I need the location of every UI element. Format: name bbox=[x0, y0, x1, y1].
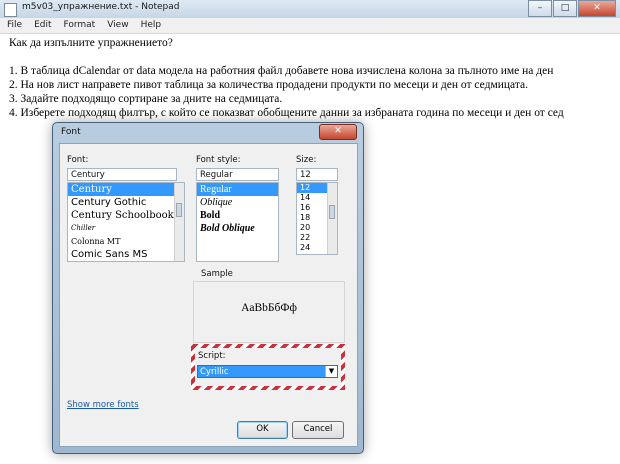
close-button[interactable]: ✕ bbox=[578, 0, 616, 17]
title-bar: m5v03_упражнение.txt - Notepad – □ ✕ bbox=[0, 0, 620, 19]
maximize-button[interactable]: □ bbox=[553, 0, 577, 17]
script-highlight-frame: Script: Cyrillic ▼ bbox=[191, 344, 345, 390]
font-name-field[interactable]: Century bbox=[67, 168, 177, 181]
editor-line: 3. Задайте подходящо сортиране за дните … bbox=[9, 93, 283, 105]
sample-label: Sample bbox=[201, 269, 233, 279]
dialog-body: Font: Century Century Century Gothic Cen… bbox=[59, 143, 358, 447]
show-more-fonts-link[interactable]: Show more fonts bbox=[67, 400, 139, 410]
font-list-scrollbar[interactable] bbox=[174, 183, 184, 261]
font-list-item[interactable]: Century Schoolbook bbox=[68, 209, 184, 222]
menu-view[interactable]: View bbox=[100, 18, 133, 33]
style-list-item[interactable]: Regular bbox=[197, 183, 278, 196]
dialog-title: Font bbox=[61, 127, 81, 137]
menu-edit[interactable]: Edit bbox=[27, 18, 56, 33]
size-label: Size: bbox=[296, 155, 317, 165]
window-title: m5v03_упражнение.txt - Notepad bbox=[22, 2, 180, 12]
font-list[interactable]: Century Century Gothic Century Schoolboo… bbox=[67, 182, 185, 262]
dialog-close-button[interactable]: ✕ bbox=[319, 124, 357, 140]
script-label: Script: bbox=[198, 351, 226, 361]
style-list[interactable]: Regular Oblique Bold Bold Oblique bbox=[196, 182, 279, 262]
editor-line: 2. На нов лист направете пивот таблица з… bbox=[9, 79, 528, 91]
cancel-button[interactable]: Cancel bbox=[292, 421, 344, 439]
font-list-item[interactable]: Chiller bbox=[68, 222, 184, 235]
size-list[interactable]: 12 14 16 18 20 22 24 bbox=[296, 182, 338, 255]
menu-file[interactable]: File bbox=[0, 18, 27, 33]
script-dropdown[interactable]: Cyrillic ▼ bbox=[197, 365, 338, 378]
menu-format[interactable]: Format bbox=[57, 18, 101, 33]
style-list-item[interactable]: Bold Oblique bbox=[197, 222, 278, 235]
script-value: Cyrillic bbox=[200, 367, 229, 377]
menu-bar: File Edit Format View Help bbox=[0, 18, 620, 34]
style-label: Font style: bbox=[196, 155, 241, 165]
font-list-item[interactable]: Comic Sans MS bbox=[68, 248, 184, 261]
style-list-item[interactable]: Oblique bbox=[197, 196, 278, 209]
editor-line: 4. Изберете подходящ филтър, с който се … bbox=[9, 107, 564, 119]
size-list-scrollbar[interactable] bbox=[327, 183, 337, 254]
chevron-down-icon[interactable]: ▼ bbox=[325, 366, 337, 377]
minimize-button[interactable]: – bbox=[528, 0, 552, 17]
sample-preview: AaBbБбФф bbox=[193, 281, 345, 343]
font-list-item[interactable]: Colonna MT bbox=[68, 235, 184, 248]
ok-button[interactable]: OK bbox=[237, 421, 288, 439]
sample-text: AaBbБбФф bbox=[241, 302, 297, 314]
menu-help[interactable]: Help bbox=[134, 18, 167, 33]
editor-line: Как да изпълните упражнението? bbox=[9, 37, 173, 49]
font-list-item[interactable]: Century bbox=[68, 183, 184, 196]
style-list-item[interactable]: Bold bbox=[197, 209, 278, 222]
font-list-item[interactable]: Century Gothic bbox=[68, 196, 184, 209]
font-size-field[interactable]: 12 bbox=[296, 168, 338, 181]
font-dialog: Font ✕ Font: Century Century Century Got… bbox=[52, 122, 364, 454]
font-label: Font: bbox=[67, 155, 89, 165]
font-style-field[interactable]: Regular bbox=[196, 168, 279, 181]
notepad-icon bbox=[4, 3, 17, 17]
editor-line: 1. В таблица dCalendar от data модела на… bbox=[9, 65, 554, 77]
